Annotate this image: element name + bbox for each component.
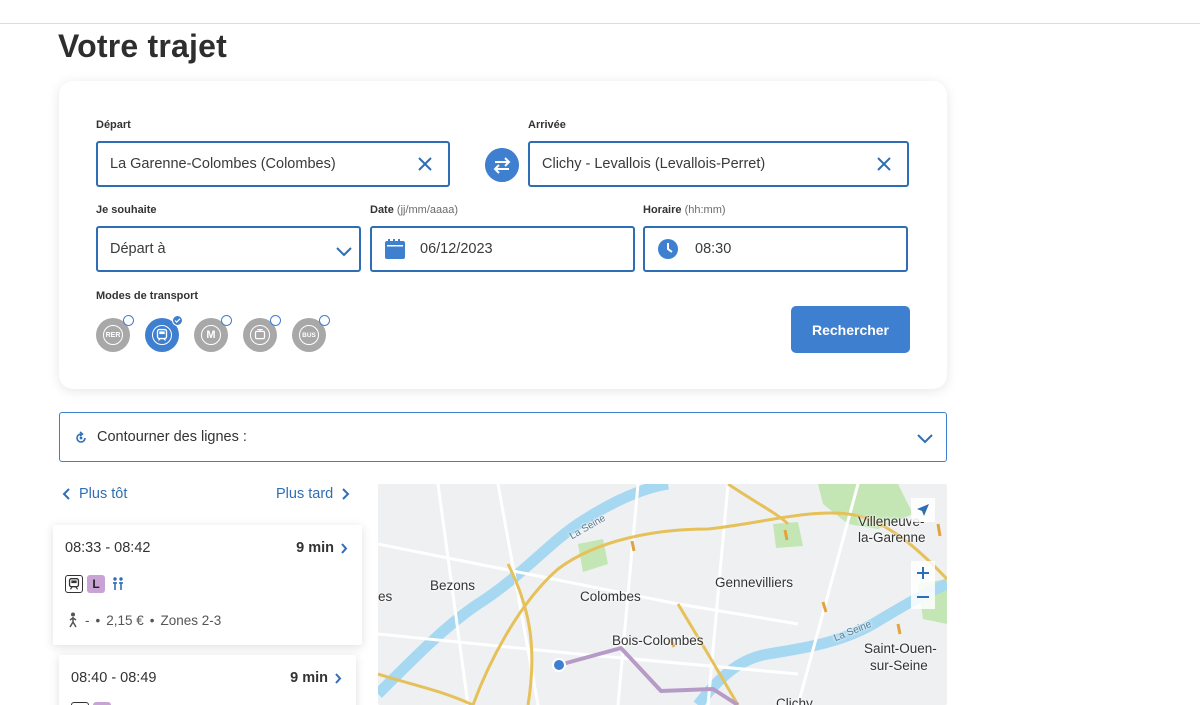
zoom-out-button[interactable] (911, 585, 935, 609)
avoid-lines-dropdown[interactable]: Contourner des lignes : (59, 412, 947, 462)
locate-button[interactable] (911, 498, 935, 522)
trip-zones: Zones 2-3 (160, 612, 222, 628)
page-title: Votre trajet (58, 28, 227, 64)
depart-value: La Garenne-Colombes (Colombes) (110, 156, 336, 172)
souhaite-label: Je souhaite (96, 204, 157, 216)
depart-label: Départ (96, 119, 131, 131)
depart-field[interactable]: La Garenne-Colombes (Colombes) (96, 141, 450, 187)
mode-train-check-icon (172, 315, 183, 326)
clock-icon (658, 239, 678, 259)
chevron-right-icon (342, 488, 350, 500)
horaire-label: Horaire (hh:mm) (643, 204, 726, 216)
trip-duration-text: 9 min (296, 540, 334, 556)
mode-rer-check (123, 315, 134, 326)
trip-time: 08:40 - 08:49 (71, 670, 157, 686)
map-label-clichy: Clichy (776, 696, 813, 705)
map-label-colombes: Colombes (580, 589, 641, 604)
souhaite-value: Départ à (110, 241, 166, 257)
arrivee-field[interactable]: Clichy - Levallois (Levallois-Perret) (528, 141, 909, 187)
line-badge: L (87, 575, 105, 593)
mode-tram-toggle[interactable] (243, 315, 281, 352)
separator: • (149, 612, 155, 628)
chevron-right-icon (335, 672, 342, 684)
later-link[interactable]: Plus tard (276, 486, 350, 502)
trip-duration-text: 9 min (290, 670, 328, 686)
rer-icon: RER (103, 325, 123, 345)
arrivee-label: Arrivée (528, 119, 566, 131)
souhaite-select[interactable]: Départ à (96, 226, 361, 272)
trip-price: 2,15 € (106, 612, 144, 628)
horaire-field[interactable]: 08:30 (643, 226, 908, 272)
header-divider (0, 23, 1200, 24)
mode-bus-toggle[interactable]: BUS (292, 315, 330, 352)
chevron-right-icon (341, 542, 348, 554)
trip-meta: - • 2,15 € • Zones 2-3 (67, 612, 221, 628)
tram-icon (250, 325, 270, 345)
map-label-bois-colombes: Bois-Colombes (612, 633, 704, 648)
search-button[interactable]: Rechercher (791, 306, 910, 353)
separator: • (95, 612, 101, 628)
map-label-sur-seine: sur-Seine (870, 658, 928, 673)
modes-label: Modes de transport (96, 290, 199, 302)
route-map[interactable]: Villeneuve- la-Garenne Bezons Gennevilli… (378, 484, 947, 705)
horaire-value: 08:30 (695, 241, 732, 257)
trip-duration: 9 min (296, 540, 348, 556)
chevron-down-icon (917, 434, 933, 444)
mode-tram-check (270, 315, 281, 326)
clear-depart-icon[interactable] (416, 155, 434, 173)
later-label: Plus tard (276, 486, 334, 502)
trip-card[interactable]: 08:40 - 08:49 9 min L (59, 655, 356, 705)
trip-card[interactable]: 08:33 - 08:42 9 min L - • 2,15 € • Zones… (53, 525, 362, 645)
mode-rer-toggle[interactable]: RER (96, 315, 134, 352)
earlier-label: Plus tôt (79, 486, 128, 502)
date-field[interactable]: 06/12/2023 (370, 226, 635, 272)
map-label-bezons: Bezons (430, 578, 476, 593)
bus-icon: BUS (299, 325, 319, 345)
horaire-hint: (hh:mm) (684, 204, 726, 216)
train-icon (152, 325, 172, 345)
trip-duration: 9 min (290, 670, 342, 686)
swap-icon[interactable] (485, 148, 519, 182)
clear-arrivee-icon[interactable] (875, 155, 893, 173)
accessibility-icon (113, 577, 123, 590)
train-mode-icon (65, 575, 83, 593)
horaire-label-text: Horaire (643, 204, 682, 216)
walk-icon (69, 612, 77, 628)
chevron-left-icon (62, 488, 70, 500)
location-arrow-icon (917, 504, 929, 516)
date-label: Date (jj/mm/aaaa) (370, 204, 458, 216)
trip-time: 08:33 - 08:42 (65, 540, 151, 556)
map-label-es: es (378, 589, 393, 604)
date-value: 06/12/2023 (420, 241, 493, 257)
map-label-gennevilliers: Gennevilliers (715, 575, 794, 590)
walk-time: - (85, 612, 90, 628)
map-label-saint-ouen: Saint-Ouen- (864, 641, 937, 656)
calendar-icon (385, 239, 405, 259)
zoom-in-button[interactable] (911, 561, 935, 585)
mode-bus-check (319, 315, 330, 326)
mode-metro-toggle[interactable]: M (194, 315, 232, 352)
arrivee-value: Clichy - Levallois (Levallois-Perret) (542, 156, 766, 172)
mode-metro-check (221, 315, 232, 326)
chevron-down-icon (336, 247, 352, 257)
avoid-lines-label: Contourner des lignes : (97, 429, 247, 445)
refresh-icon (76, 431, 86, 443)
earlier-link[interactable]: Plus tôt (62, 486, 127, 502)
minus-icon (917, 596, 929, 598)
plus-icon (917, 567, 929, 579)
date-hint: (jj/mm/aaaa) (396, 204, 459, 216)
date-label-text: Date (370, 204, 394, 216)
map-label-garenne: la-Garenne (858, 530, 926, 545)
mode-train-toggle[interactable] (145, 315, 183, 352)
metro-icon: M (201, 325, 221, 345)
